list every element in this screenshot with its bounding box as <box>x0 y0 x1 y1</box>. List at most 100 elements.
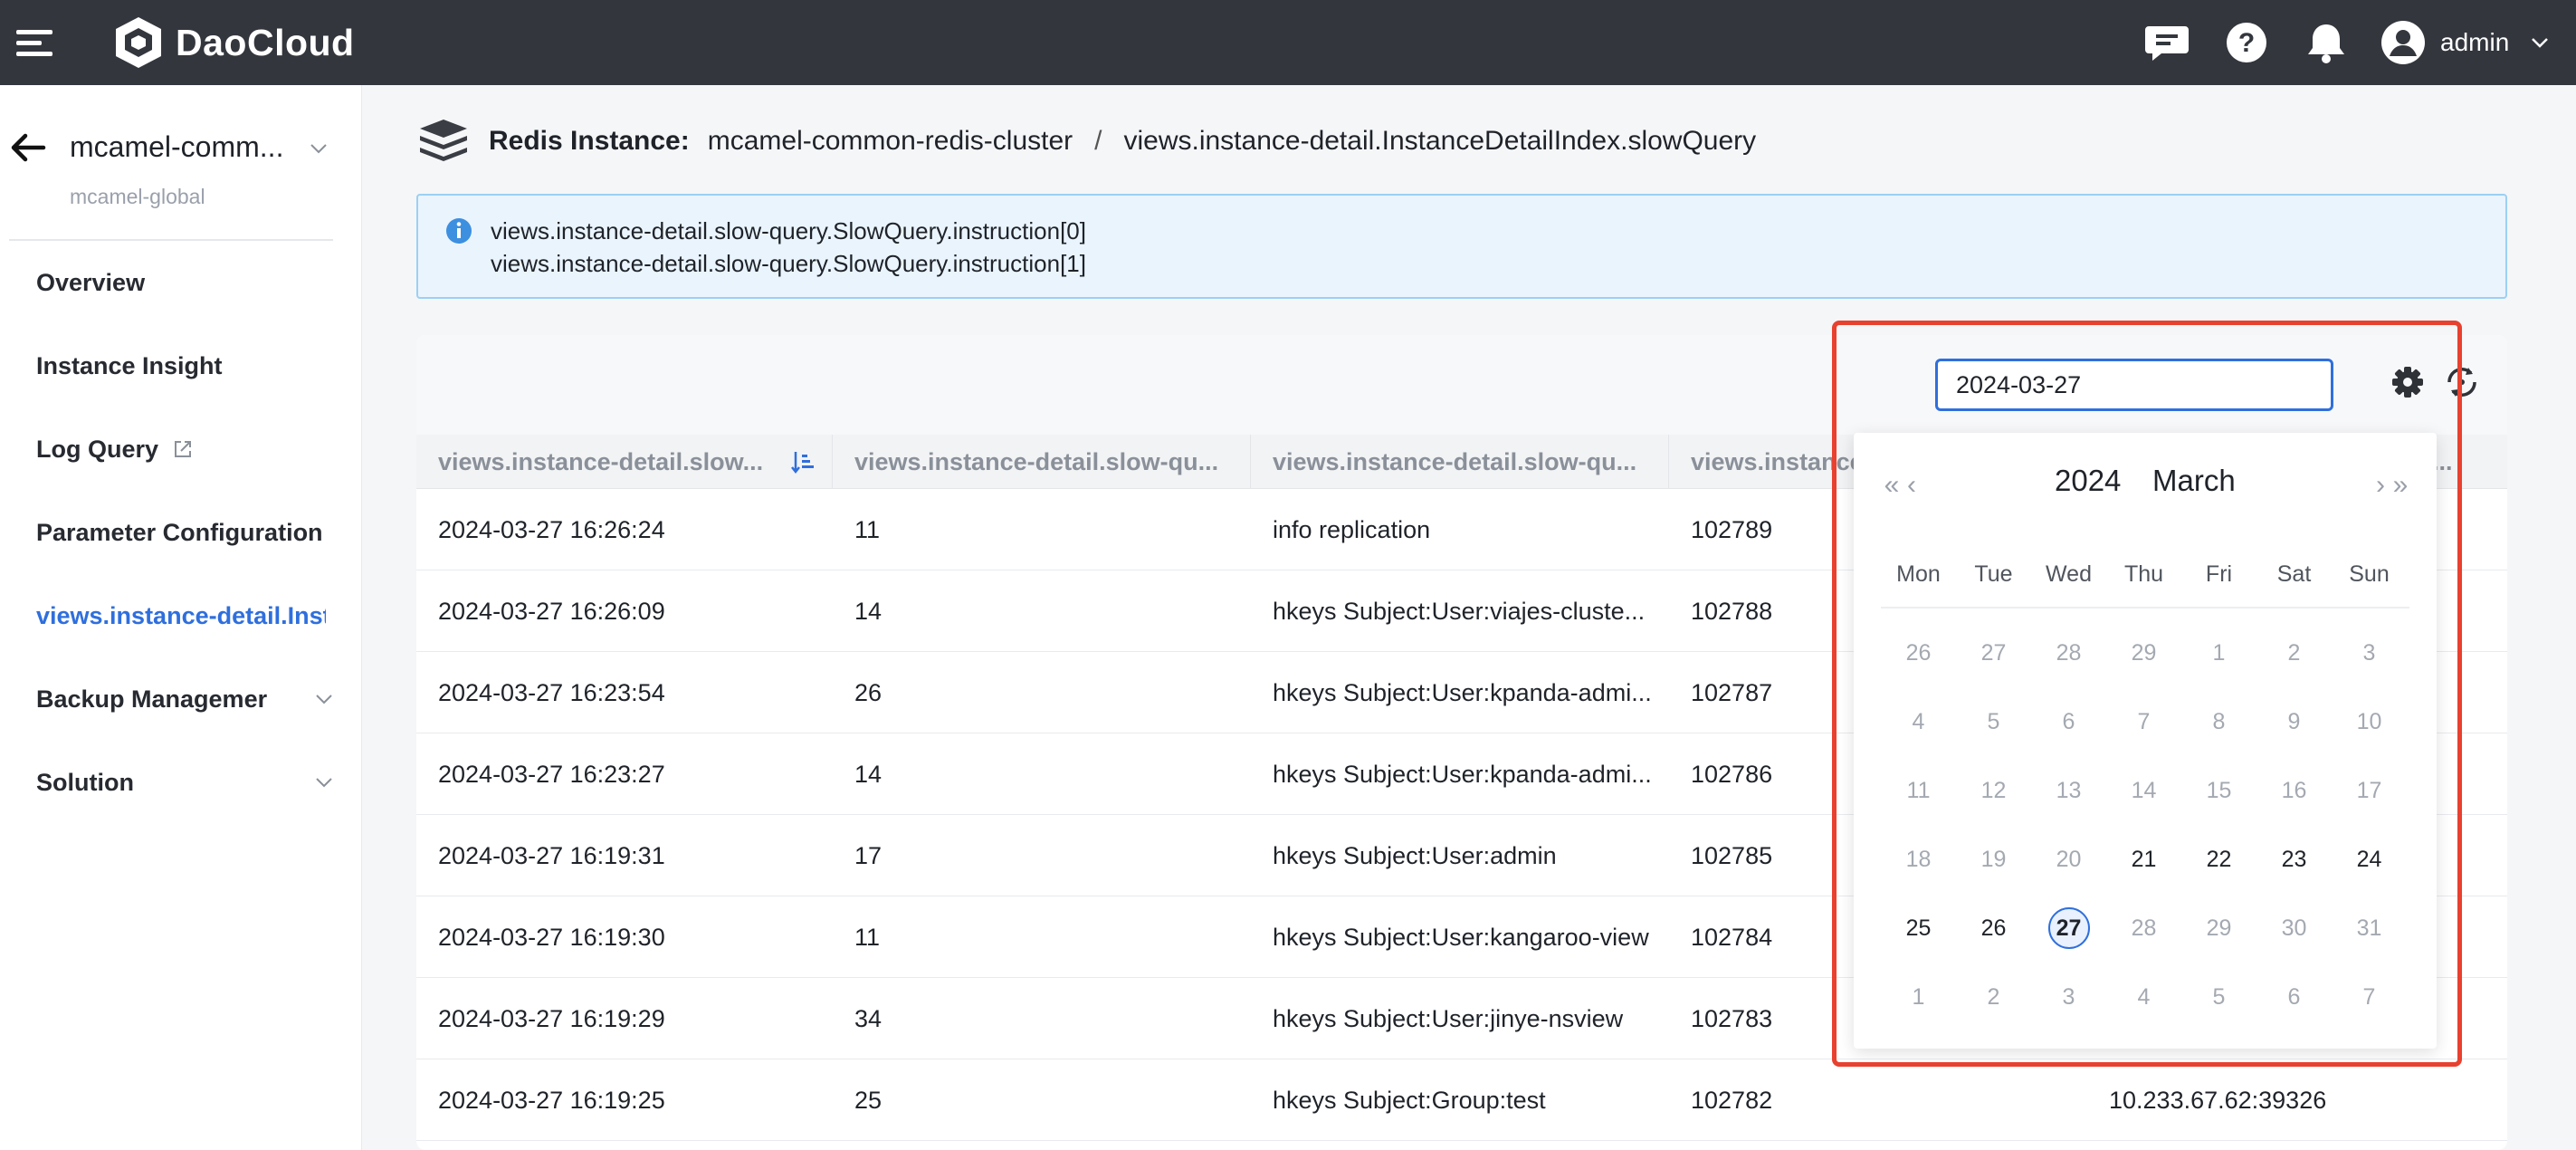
info-line-1: views.instance-detail.slow-query.SlowQue… <box>491 217 1086 244</box>
cell-duration: 11 <box>854 923 881 951</box>
cell-duration: 17 <box>854 841 883 869</box>
external-link-icon <box>175 441 192 457</box>
calendar-day-number: 7 <box>2362 984 2376 1010</box>
calendar-day: 6 <box>2031 699 2106 744</box>
sidebar-item-instance-insight[interactable]: Instance Insight <box>36 348 223 384</box>
sidebar-item-parameter-configuration[interactable]: Parameter Configuration <box>36 514 323 551</box>
sidebar-item-label: Instance Insight <box>36 351 223 379</box>
cell-duration: 14 <box>854 597 883 625</box>
divider <box>1881 607 2409 609</box>
calendar-day[interactable]: 25 <box>1881 906 1956 951</box>
calendar-year[interactable]: 2024 <box>2055 464 2121 498</box>
redis-stack-icon <box>420 120 467 161</box>
calendar-day: 8 <box>2181 699 2256 744</box>
cell-id: 102782 <box>1691 1086 1773 1114</box>
weekday-label: Sat <box>2276 561 2312 587</box>
calendar-day-selected[interactable]: 27 <box>2031 906 2106 951</box>
next-year-button[interactable]: » <box>2382 467 2419 503</box>
sidebar-item-log-query[interactable]: Log Query <box>36 431 193 467</box>
user-menu[interactable]: admin <box>2380 16 2551 69</box>
calendar-day-number: 13 <box>2056 778 2082 803</box>
prev-month-button[interactable]: ‹ <box>1894 467 1930 503</box>
cell-command: hkeys Subject:User:kangaroo-view <box>1273 923 1649 951</box>
calendar-day[interactable]: 26 <box>1956 906 2031 951</box>
back-arrow-icon[interactable] <box>9 129 47 167</box>
help-icon[interactable]: ? <box>2223 19 2270 66</box>
calendar-day: 16 <box>2256 768 2332 813</box>
message-icon[interactable] <box>2143 19 2190 66</box>
sidebar-item-label: Parameter Configuration <box>36 518 323 546</box>
cell-duration: 26 <box>854 678 883 706</box>
column-header-label: views.instance <box>1691 447 1864 475</box>
calendar-day-number: 10 <box>2356 709 2382 734</box>
cell-duration: 25 <box>854 1086 883 1114</box>
weekday-label: Tue <box>1974 561 2013 587</box>
calendar-day: 11 <box>1881 768 1956 813</box>
calendar-day-number: 27 <box>2047 907 2090 949</box>
calendar-day[interactable]: 21 <box>2106 837 2181 882</box>
calendar-day: 28 <box>2031 630 2106 676</box>
calendar-day: 17 <box>2332 768 2407 813</box>
sort-descending-icon[interactable] <box>790 449 816 474</box>
weekday-label: Thu <box>2123 561 2164 587</box>
calendar-day: 13 <box>2031 768 2106 813</box>
refresh-icon[interactable] <box>2442 362 2482 402</box>
calendar-day-number: 29 <box>2131 640 2157 666</box>
weekday-label: Fri <box>2205 561 2233 587</box>
sidebar-item-slow-query[interactable]: views.instance-detail.InstanceDetailInde… <box>36 598 326 634</box>
chevron-down-icon[interactable] <box>308 138 329 159</box>
calendar-day-number: 25 <box>1905 915 1932 941</box>
sidebar-item-overview[interactable]: Overview <box>36 264 145 301</box>
sidebar-item-solution[interactable]: Solution <box>36 764 134 800</box>
sidebar-item-backup-management[interactable]: Backup Managemer <box>36 681 267 717</box>
column-header-duration[interactable]: views.instance-detail.slow-qu... <box>833 435 1251 489</box>
calendar-day: 5 <box>2181 974 2256 1020</box>
logo[interactable]: DaoCloud <box>112 12 355 73</box>
calendar-day[interactable]: 24 <box>2332 837 2407 882</box>
column-header-label: views.instance-detail.slow-qu... <box>1273 447 1637 475</box>
cell-command: hkeys Subject:Group:test <box>1273 1086 1546 1114</box>
table-row[interactable]: 2024-03-27 16:19:25 25 hkeys Subject:Group… <box>416 1059 2507 1141</box>
weekday-label: Sun <box>2349 561 2390 587</box>
calendar-day-number: 4 <box>1912 709 1925 734</box>
calendar-day-number: 7 <box>2137 709 2151 734</box>
calendar-day-number: 1 <box>1912 984 1925 1010</box>
calendar-day: 10 <box>2332 699 2407 744</box>
calendar-day: 4 <box>1881 699 1956 744</box>
breadcrumb-instance-link[interactable]: mcamel-common-redis-cluster <box>708 126 1073 157</box>
calendar-day-number: 31 <box>2356 915 2382 941</box>
chevron-down-icon <box>2532 38 2549 48</box>
date-picker-input[interactable] <box>1935 359 2333 411</box>
sidebar-item-label: Backup Managemer <box>36 685 268 713</box>
page-title: views.instance-detail.InstanceDetailInde… <box>1123 126 1757 156</box>
chevron-down-icon[interactable] <box>313 771 335 793</box>
sidebar-item-label: Log Query <box>36 435 159 463</box>
column-header-command[interactable]: views.instance-detail.slow-qu... <box>1251 435 1669 489</box>
calendar-month[interactable]: March <box>2152 464 2236 498</box>
calendar-day: 27 <box>1956 630 2031 676</box>
calendar-day-number: 24 <box>2356 847 2382 872</box>
calendar-day-number: 6 <box>2062 709 2075 734</box>
bell-icon[interactable] <box>2303 19 2350 66</box>
calendar-day[interactable]: 23 <box>2256 837 2332 882</box>
settings-gear-icon[interactable] <box>2388 362 2428 402</box>
menu-icon[interactable] <box>16 24 54 61</box>
chevron-down-icon[interactable] <box>313 688 335 710</box>
calendar-day[interactable]: 22 <box>2181 837 2256 882</box>
calendar-day-number: 11 <box>1906 778 1931 803</box>
column-header-time[interactable]: views.instance-detail.slow... <box>416 435 833 489</box>
calendar-day-number: 27 <box>1980 640 2007 666</box>
calendar-day-number: 30 <box>2281 915 2307 941</box>
calendar-day: 19 <box>1956 837 2031 882</box>
calendar-day: 6 <box>2256 974 2332 1020</box>
breadcrumb-label: Redis Instance: <box>489 126 690 156</box>
calendar-day: 18 <box>1881 837 1956 882</box>
instance-selector[interactable]: mcamel-comm... <box>70 130 283 164</box>
cell-command: hkeys Subject:User:kpanda-admi... <box>1273 678 1652 706</box>
cell-duration: 14 <box>854 760 883 788</box>
calendar-day-number: 3 <box>2062 984 2075 1010</box>
calendar-day-number: 22 <box>2206 847 2232 872</box>
top-bar: DaoCloud ? admin <box>0 0 2576 85</box>
calendar-day-number: 14 <box>2131 778 2157 803</box>
calendar-day-number: 5 <box>2212 984 2226 1010</box>
